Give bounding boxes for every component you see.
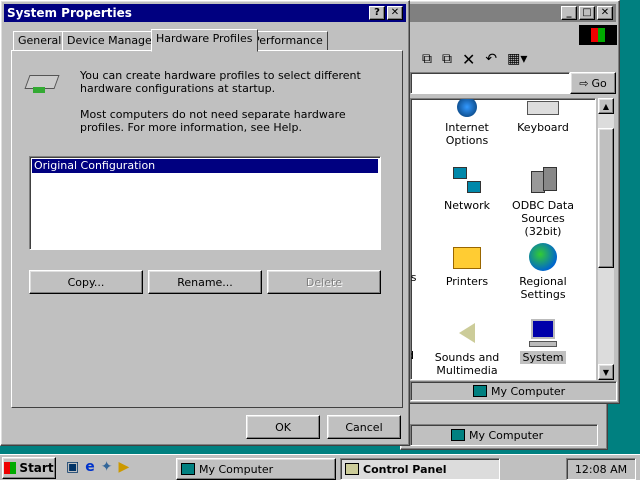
cp-title-bar: _ □ ✕ xyxy=(404,4,616,22)
dialog-title: System Properties xyxy=(7,6,132,20)
help-icon[interactable]: ? xyxy=(369,6,385,20)
windows-logo-icon xyxy=(579,25,617,45)
rename-button[interactable]: Rename... xyxy=(148,270,262,294)
list-item[interactable]: Original Configuration xyxy=(32,159,378,173)
copy-to-icon[interactable]: ⧉ xyxy=(422,51,432,67)
control-panel-icon xyxy=(345,463,359,475)
keyboard-item[interactable]: Keyboard xyxy=(503,101,583,134)
globe-icon xyxy=(451,99,483,119)
speaker-icon xyxy=(451,317,483,349)
address-input[interactable] xyxy=(410,72,570,94)
hardware-profile-icon xyxy=(23,65,61,103)
cp-scrollbar[interactable]: ▲ ▼ xyxy=(598,98,614,380)
taskbar: Start ▣ e ✦ ▶ My Computer Control Panel … xyxy=(0,454,640,480)
cp-status-bar: My Computer xyxy=(410,381,617,401)
sounds-item[interactable]: Sounds and Multimedia xyxy=(427,317,507,377)
tab-hardware-profiles[interactable]: Hardware Profiles xyxy=(151,29,258,52)
scroll-down-icon[interactable]: ▼ xyxy=(598,364,614,380)
computer-icon xyxy=(451,429,465,441)
system-properties-dialog: System Properties ? ✕ General Device Man… xyxy=(0,0,410,446)
delete-button[interactable]: Delete xyxy=(267,270,381,294)
go-button[interactable]: ⇨ Go xyxy=(570,72,616,94)
intro-text: You can create hardware profiles to sele… xyxy=(80,69,361,95)
cp-icon-view: ons d Internet Options Keyboard Network … xyxy=(410,98,596,380)
regional-settings-item[interactable]: Regional Settings xyxy=(503,241,583,301)
channels-icon[interactable]: ✦ xyxy=(101,459,113,475)
copy-button[interactable]: Copy... xyxy=(29,270,143,294)
media-player-icon[interactable]: ▶ xyxy=(118,459,129,475)
tab-performance[interactable]: Performance xyxy=(248,31,328,51)
dialog-title-bar: System Properties ? ✕ xyxy=(4,4,406,22)
database-icon xyxy=(527,165,559,197)
network-item[interactable]: Network xyxy=(427,165,507,212)
windows-logo-icon xyxy=(4,462,17,474)
profile-list[interactable]: Original Configuration xyxy=(29,156,381,250)
start-button[interactable]: Start xyxy=(2,457,56,479)
globe-icon xyxy=(527,241,559,273)
printer-folder-icon xyxy=(451,241,483,273)
desktop-icon[interactable]: ▣ xyxy=(66,459,79,475)
network-icon xyxy=(451,165,483,197)
partial-icon-label: d xyxy=(411,349,414,362)
scroll-thumb[interactable] xyxy=(598,128,614,268)
partial-icon-label: ons xyxy=(410,271,417,284)
cp-toolbar: ⧉ ⧉ ✕ ↶ ▦▾ xyxy=(410,46,637,72)
internet-options-item[interactable]: Internet Options xyxy=(427,99,507,147)
system-tray: 12:08 AM xyxy=(566,458,636,480)
printers-item[interactable]: Printers xyxy=(427,241,507,288)
maximize-icon[interactable]: □ xyxy=(579,6,595,20)
info-text: Most computers do not need separate hard… xyxy=(80,108,346,134)
odbc-item[interactable]: ODBC Data Sources (32bit) xyxy=(503,165,583,238)
undo-icon[interactable]: ↶ xyxy=(485,51,497,67)
task-my-computer[interactable]: My Computer xyxy=(176,458,336,480)
views-icon[interactable]: ▦▾ xyxy=(507,51,527,67)
delete-icon[interactable]: ✕ xyxy=(462,50,475,69)
tab-device-manager[interactable]: Device Manager xyxy=(62,31,162,51)
tab-general[interactable]: General xyxy=(13,31,67,51)
keyboard-icon xyxy=(527,101,559,119)
ie-icon[interactable]: e xyxy=(85,459,95,475)
task-control-panel[interactable]: Control Panel xyxy=(340,458,500,480)
clock[interactable]: 12:08 AM xyxy=(575,463,627,476)
quick-launch: ▣ e ✦ ▶ xyxy=(66,459,129,475)
computer-icon xyxy=(473,385,487,397)
close-icon[interactable]: ✕ xyxy=(387,6,403,20)
behind-status-bar: My Computer xyxy=(410,424,598,446)
go-arrow-icon: ⇨ xyxy=(579,76,589,90)
ok-button[interactable]: OK xyxy=(246,415,320,439)
paste-icon[interactable]: ⧉ xyxy=(442,51,452,67)
computer-icon xyxy=(181,463,195,475)
cancel-button[interactable]: Cancel xyxy=(327,415,401,439)
scroll-up-icon[interactable]: ▲ xyxy=(598,98,614,114)
minimize-icon[interactable]: _ xyxy=(561,6,577,20)
close-icon[interactable]: ✕ xyxy=(597,6,613,20)
system-item[interactable]: System xyxy=(503,317,583,364)
computer-icon xyxy=(527,317,559,349)
